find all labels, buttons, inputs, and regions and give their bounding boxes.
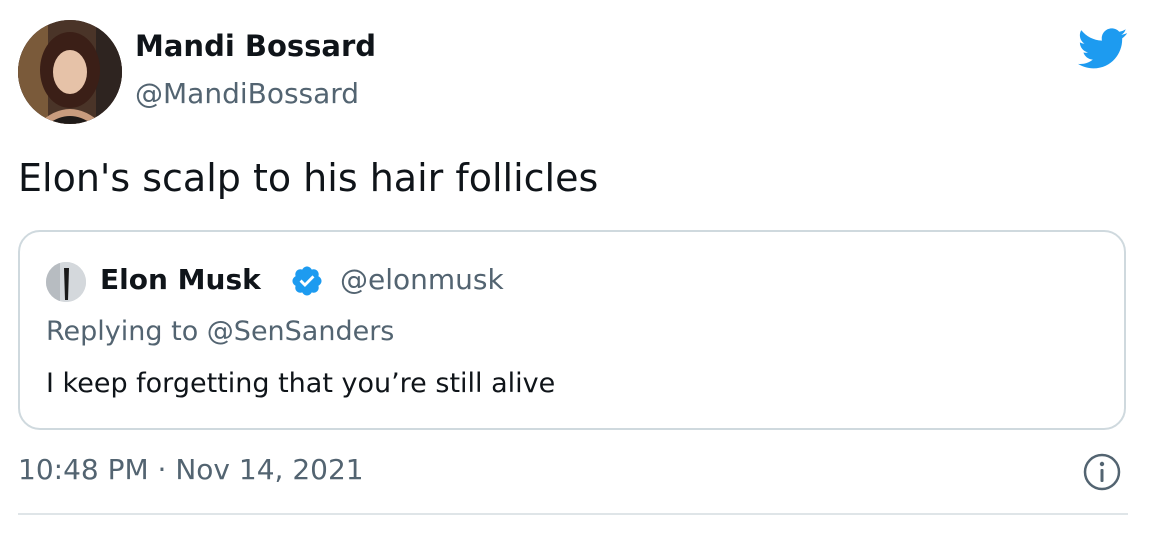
author-avatar-image xyxy=(18,20,122,124)
tweet-timestamp[interactable]: 10:48 PM · Nov 14, 2021 xyxy=(18,450,364,490)
author-handle[interactable]: @MandiBossard xyxy=(135,74,359,114)
tweet-card: Mandi Bossard @MandiBossard Elon's scalp… xyxy=(0,0,1156,538)
replying-to-text[interactable]: Replying to @SenSanders xyxy=(46,312,394,352)
tweet-text: Elon's scalp to his hair follicles xyxy=(18,156,599,200)
verified-badge-icon xyxy=(290,264,324,298)
quoted-tweet-text: I keep forgetting that you’re still aliv… xyxy=(46,368,556,399)
quoted-tweet[interactable]: Elon Musk @elonmusk Replying to @SenSand… xyxy=(18,230,1126,430)
quoted-avatar-image xyxy=(46,262,86,302)
quoted-handle[interactable]: @elonmusk xyxy=(340,260,504,300)
quoted-author-avatar[interactable] xyxy=(46,262,86,302)
twitter-bird-icon[interactable] xyxy=(1077,28,1128,70)
quoted-display-name[interactable]: Elon Musk xyxy=(100,260,261,300)
info-icon[interactable] xyxy=(1082,452,1122,492)
author-avatar[interactable] xyxy=(18,20,122,124)
divider xyxy=(18,513,1128,515)
author-display-name[interactable]: Mandi Bossard xyxy=(135,26,376,66)
